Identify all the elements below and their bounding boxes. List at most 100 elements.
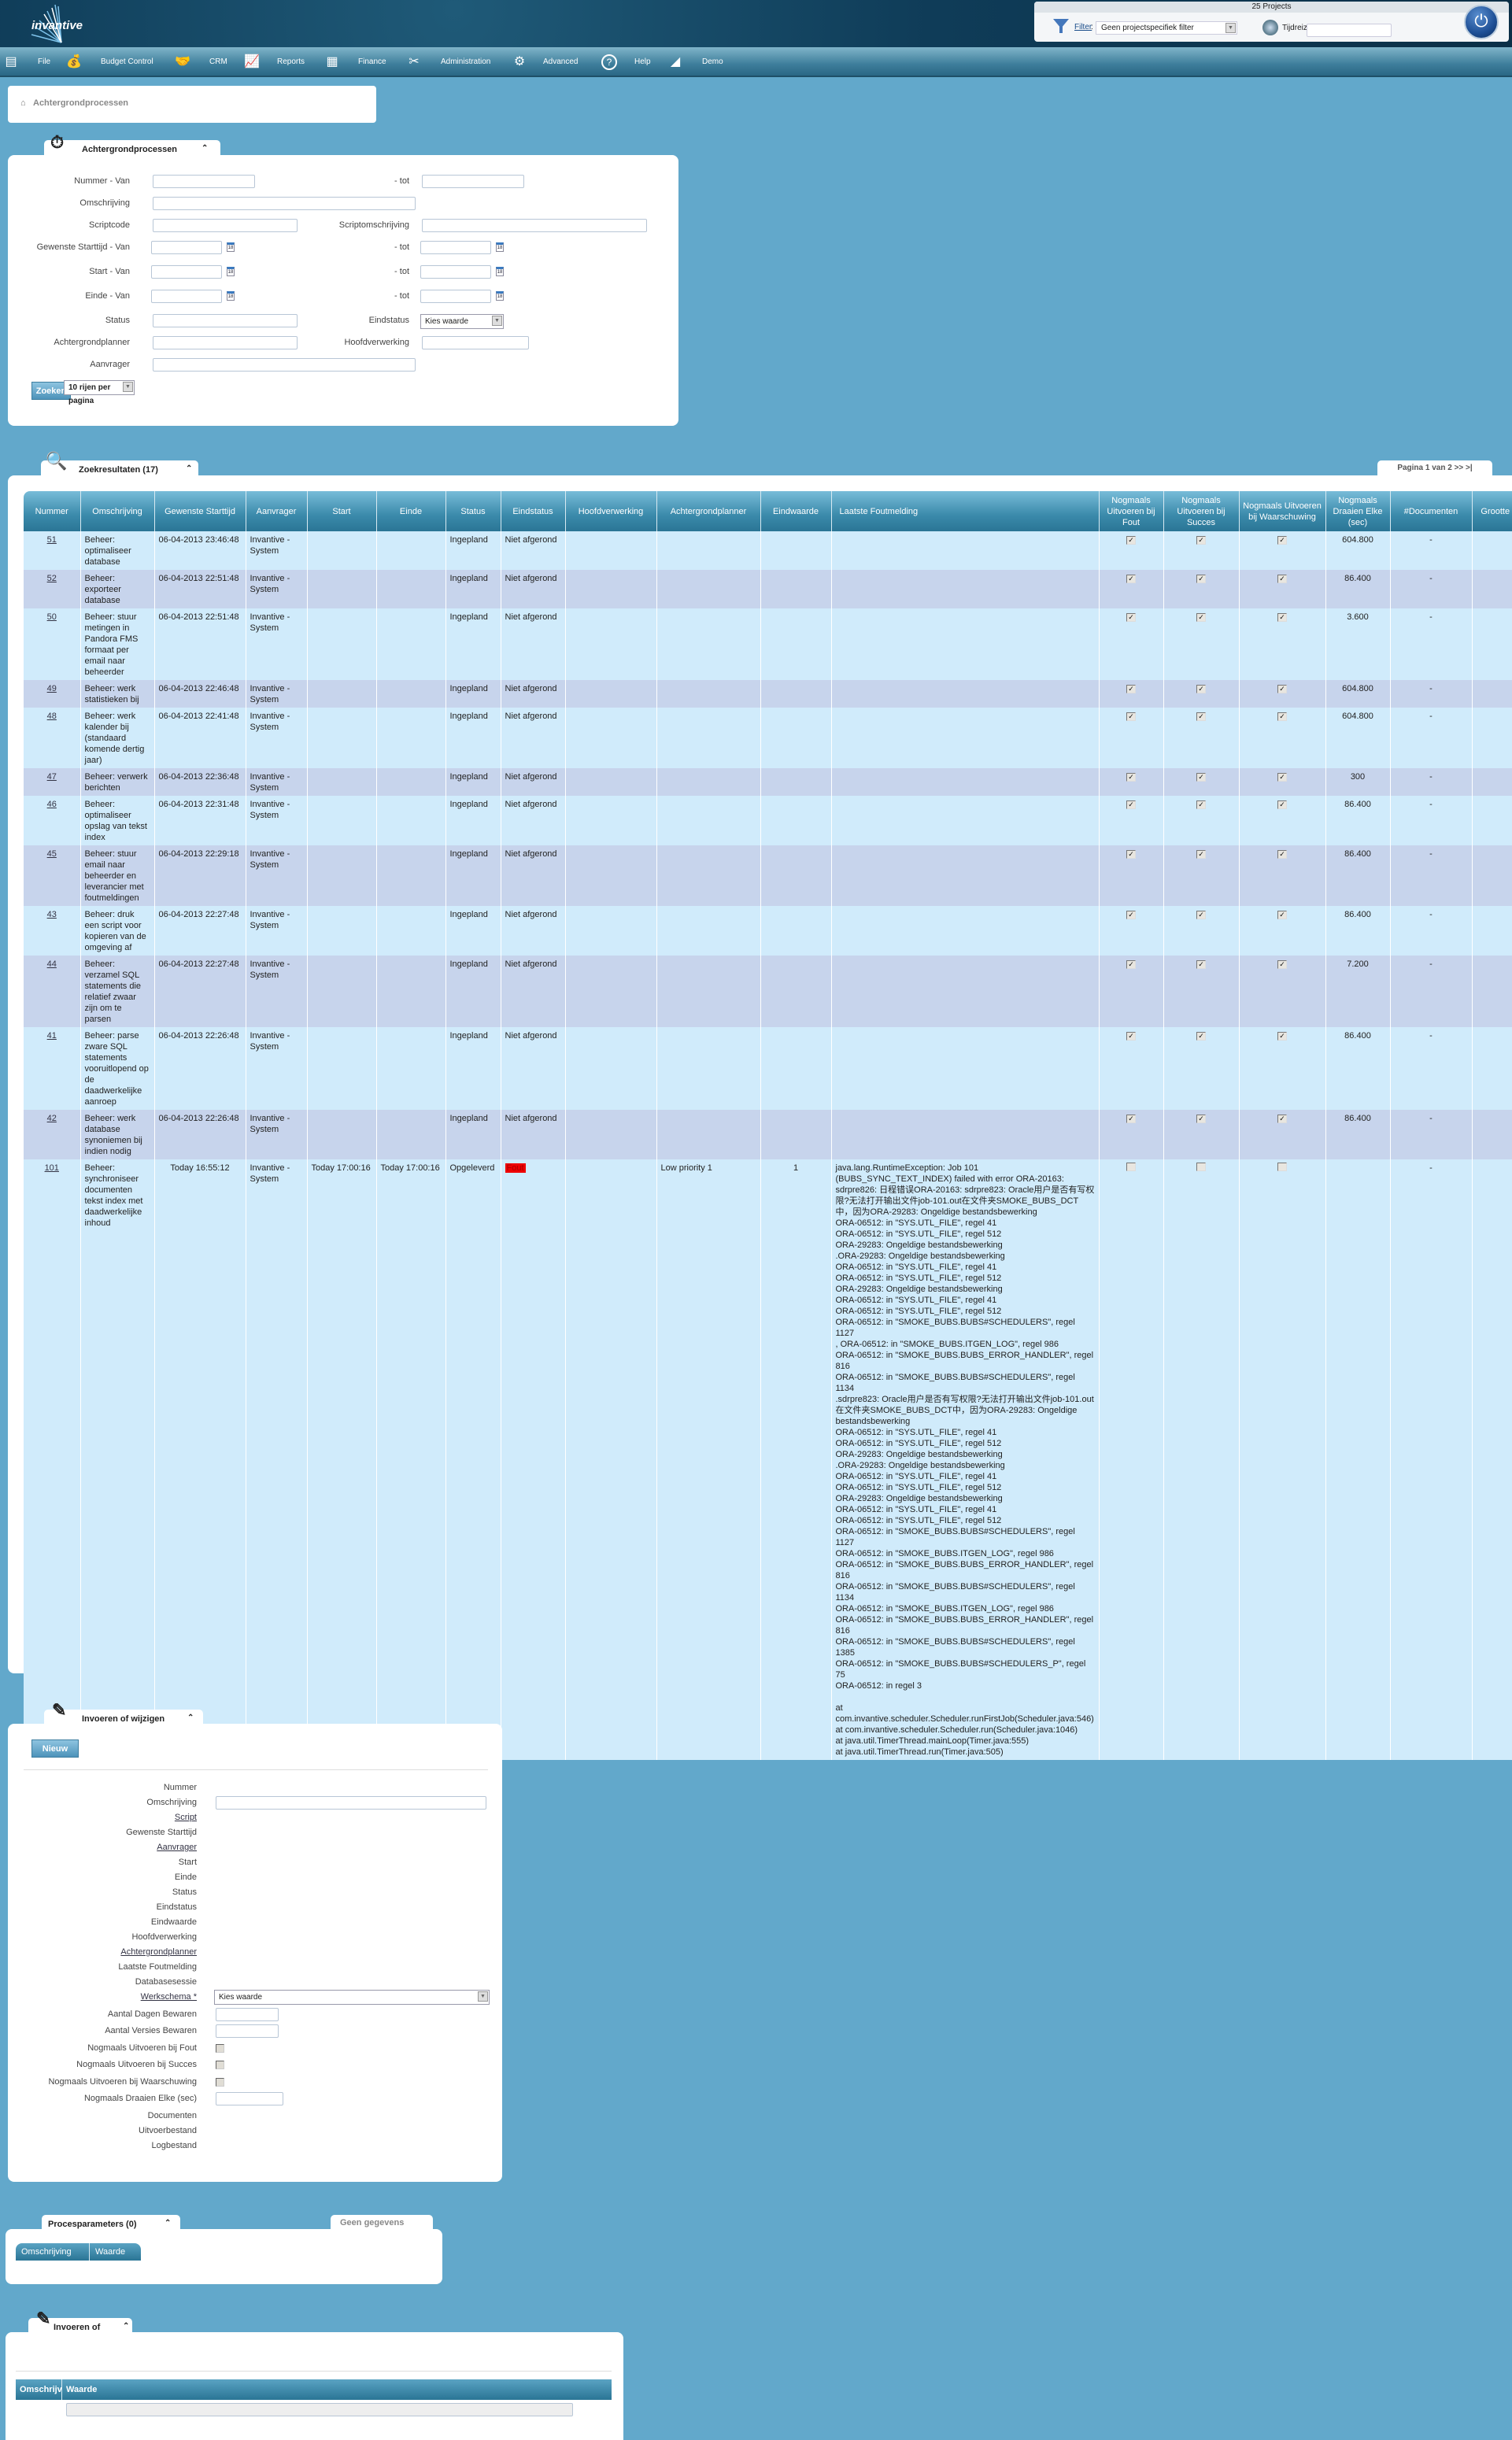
checkbox-waarschuwing[interactable]: ✓ xyxy=(1277,773,1287,782)
col-laatste-foutmelding[interactable]: Laatste Foutmelding xyxy=(831,491,1100,531)
menu-administration[interactable]: Administration xyxy=(441,47,490,77)
nogmaals-uitvoeren-bij-succes-checkbox[interactable] xyxy=(216,2061,224,2069)
table-row[interactable]: 44 Beheer: verzamel SQL statements die re… xyxy=(24,956,1512,1027)
checkbox-succes[interactable]: ✓ xyxy=(1196,1032,1206,1041)
checkbox-succes[interactable]: ✓ xyxy=(1196,773,1206,782)
row-number-link[interactable]: 42 xyxy=(47,1114,57,1123)
col-start[interactable]: Start xyxy=(307,491,377,531)
einde-van-input[interactable] xyxy=(151,290,222,303)
file-cabinet-icon[interactable]: ▤ xyxy=(3,54,19,70)
col-documenten[interactable]: #Documenten xyxy=(1390,491,1473,531)
money-bag-icon[interactable]: 💰 xyxy=(66,54,82,70)
collapse-icon[interactable]: ⌃ xyxy=(201,144,208,153)
checkbox-succes[interactable]: ✓ xyxy=(1196,685,1206,693)
row-number-link[interactable]: 46 xyxy=(47,800,57,809)
hoofdverwerking-input[interactable] xyxy=(422,336,529,349)
table-row[interactable]: 52 Beheer: exporteer database 06-04-2013 2… xyxy=(24,570,1512,608)
omschrijving-input[interactable] xyxy=(153,197,416,210)
col-eindwaarde[interactable]: Eindwaarde xyxy=(760,491,832,531)
checkbox-fout[interactable]: ✓ xyxy=(1126,800,1136,809)
checkbox-waarschuwing[interactable]: ✓ xyxy=(1277,613,1287,622)
chevron-down-icon[interactable]: ▼ xyxy=(492,316,502,326)
col-eindstatus[interactable]: Eindstatus xyxy=(501,491,566,531)
handshake-icon[interactable]: 🤝 xyxy=(175,54,190,70)
omschrijving-input[interactable] xyxy=(216,1796,486,1810)
table-row[interactable]: 51 Beheer: optimaliseer database 06-04-201… xyxy=(24,531,1512,570)
row-number-link[interactable]: 52 xyxy=(47,574,57,583)
gewenste-starttijd-van-input[interactable] xyxy=(151,241,222,254)
checkbox-fout[interactable]: ✓ xyxy=(1126,773,1136,782)
checkbox-waarschuwing[interactable]: ✓ xyxy=(1277,575,1287,583)
menu-demo[interactable]: Demo xyxy=(702,47,723,77)
checkbox-succes[interactable]: ✓ xyxy=(1196,712,1206,721)
nogmaals-uitvoeren-bij-fout-checkbox[interactable] xyxy=(216,2043,224,2053)
presentation-board-icon[interactable]: 📈 xyxy=(244,54,260,70)
calendar-icon[interactable]: 18 xyxy=(227,291,235,301)
edit2-col-waarde[interactable]: Waarde xyxy=(62,2379,612,2400)
table-row[interactable]: 50 Beheer: stuur metingen in Pandora FMS … xyxy=(24,608,1512,680)
collapse-icon[interactable]: ⌃ xyxy=(165,2219,171,2227)
calendar-icon[interactable]: 18 xyxy=(496,291,504,301)
calendar-icon[interactable]: 18 xyxy=(227,267,235,276)
col-status[interactable]: Status xyxy=(445,491,501,531)
checkbox-succes[interactable]: ✓ xyxy=(1196,1115,1206,1123)
checkbox-waarschuwing[interactable]: ✓ xyxy=(1277,1032,1287,1041)
col-uitvoeren-bij-succes[interactable]: Nogmaals Uitvoeren bij Succes xyxy=(1163,491,1240,531)
col-grootte[interactable]: Grootte xyxy=(1472,491,1512,531)
row-number-link[interactable]: 47 xyxy=(47,772,57,782)
checkbox-waarschuwing[interactable]: ✓ xyxy=(1277,1115,1287,1123)
checkbox-waarschuwing[interactable]: ✓ xyxy=(1277,536,1287,545)
checkbox-fout[interactable]: ✓ xyxy=(1126,911,1136,919)
edit2-col-omschrijving[interactable]: Omschrijving xyxy=(16,2379,75,2400)
projects-count[interactable]: 25 Projects xyxy=(1034,2,1509,13)
checkbox-waarschuwing[interactable]: ✓ xyxy=(1277,850,1287,859)
row-number-link[interactable]: 45 xyxy=(47,849,57,859)
row-number-link[interactable]: 50 xyxy=(47,612,57,622)
checkbox-succes[interactable]: ✓ xyxy=(1196,960,1206,969)
label-achtergrondplanner[interactable]: Achtergrondplanner xyxy=(8,1947,197,1957)
row-number-link[interactable]: 48 xyxy=(47,712,57,721)
label-aanvrager[interactable]: Aanvrager xyxy=(8,1843,197,1852)
menu-file[interactable]: File xyxy=(38,47,50,77)
status-input[interactable] xyxy=(153,314,298,327)
start-tot-input[interactable] xyxy=(420,265,491,279)
col-hoofdverwerking[interactable]: Hoofdverwerking xyxy=(565,491,657,531)
gewenste-starttijd-tot-input[interactable] xyxy=(420,241,491,254)
demo-logo-icon[interactable]: ◢ xyxy=(667,54,683,70)
aanvrager-input[interactable] xyxy=(153,358,416,372)
checkbox-waarschuwing[interactable]: ✓ xyxy=(1277,800,1287,809)
checkbox-fout[interactable]: ✓ xyxy=(1126,575,1136,583)
menu-finance[interactable]: Finance xyxy=(358,47,386,77)
label-werkschema[interactable]: Werkschema * xyxy=(8,1992,197,2002)
pagination[interactable]: Pagina 1 van 2 >> >| xyxy=(1377,460,1492,475)
checkbox-fout[interactable]: ✓ xyxy=(1126,613,1136,622)
checkbox-succes[interactable]: ✓ xyxy=(1196,850,1206,859)
menu-crm[interactable]: CRM xyxy=(209,47,227,77)
table-row[interactable]: 41 Beheer: parse zware SQL statements voo… xyxy=(24,1027,1512,1110)
calendar-icon[interactable]: 18 xyxy=(227,242,235,252)
checkbox-fout[interactable]: ✓ xyxy=(1126,685,1136,693)
aantal-dagen-bewaren-input[interactable] xyxy=(216,2007,279,2021)
calendar-icon[interactable]: 18 xyxy=(496,267,504,276)
new-button[interactable]: Nieuw xyxy=(31,1739,79,1758)
label-script[interactable]: Script xyxy=(8,1813,197,1822)
table-row[interactable]: 48 Beheer: werk kalender bij (standaard k… xyxy=(24,708,1512,768)
calculator-icon[interactable]: ▦ xyxy=(324,54,340,70)
breadcrumb-current[interactable]: Achtergrondprocessen xyxy=(33,98,128,108)
home-icon[interactable]: ⌂ xyxy=(20,98,26,108)
col-uitvoeren-bij-fout[interactable]: Nogmaals Uitvoeren bij Fout xyxy=(1099,491,1164,531)
checkbox-fout[interactable]: ✓ xyxy=(1126,960,1136,969)
checkbox-fout[interactable]: ✓ xyxy=(1126,712,1136,721)
nogmaals-uitvoeren-bij-waarschuwing-checkbox[interactable] xyxy=(216,2077,224,2087)
nummer-van-input[interactable] xyxy=(153,175,255,188)
time-travel-input[interactable] xyxy=(1307,24,1392,37)
table-row[interactable]: 47 Beheer: verwerk berichten 06-04-2013 22… xyxy=(24,768,1512,796)
checkbox-waarschuwing[interactable]: ✓ xyxy=(1277,712,1287,721)
achtergrondplanner-input[interactable] xyxy=(153,336,298,349)
params-col-omschrijving[interactable]: Omschrijving xyxy=(16,2243,90,2261)
row-number-link[interactable]: 51 xyxy=(47,535,57,545)
checkbox-waarschuwing[interactable]: ✓ xyxy=(1277,911,1287,919)
checkbox-waarschuwing[interactable]: ✓ xyxy=(1277,960,1287,969)
checkbox-succes[interactable]: ✓ xyxy=(1196,575,1206,583)
menu-help[interactable]: Help xyxy=(634,47,651,77)
